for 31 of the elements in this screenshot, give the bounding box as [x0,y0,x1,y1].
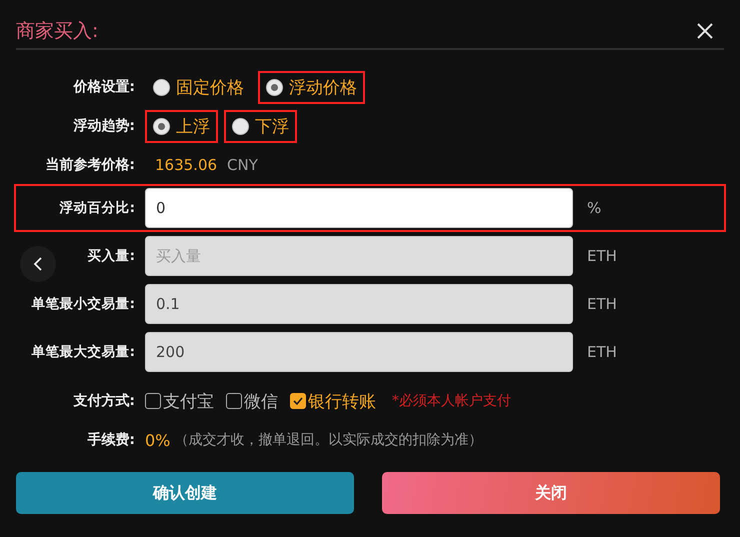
unit-label: ETH [587,295,617,313]
radio-option[interactable]: 上浮 [145,110,218,142]
fee-value: 0% [145,430,170,450]
checkbox-option[interactable]: 微信 [226,390,278,412]
field-label: 单笔最小交易量: [32,295,135,313]
unit-label: ETH [587,247,617,265]
field-label: 价格设置: [72,78,136,96]
radio-option[interactable]: 固定价格 [145,70,252,104]
fee-note: （成交才收，撤单退回。以实际成交的扣除为准） [174,431,482,449]
chevron-left-icon [32,256,44,272]
unit-label: ETH [587,343,617,361]
field-label: 支付方式: [72,392,136,410]
radio-option[interactable]: 浮动价格 [258,70,365,104]
input-field[interactable]: 0 [145,188,573,228]
radio-option[interactable]: 下浮 [224,110,297,142]
field-label: 浮动趋势: [72,117,136,135]
field-label: 当前参考价格: [44,156,136,174]
back-button[interactable] [20,246,56,282]
close-icon[interactable] [696,22,714,40]
checkbox-option[interactable]: 银行转账 [290,390,376,412]
warning-note: *必须本人帐户支付 [392,392,511,410]
price-value: 1635.06 [155,156,218,174]
field-label: 手续费: [86,431,136,449]
dialog-title: 商家买入: [16,19,98,44]
confirm-button[interactable]: 确认创建 [16,472,354,514]
field-label: 浮动百分比: [60,199,135,217]
field-label: 单笔最大交易量: [32,343,135,361]
checkbox-option[interactable]: 支付宝 [145,390,214,412]
unit-label: % [587,199,602,217]
field-label: 买入量: [88,247,135,265]
currency-unit: CNY [227,156,258,174]
